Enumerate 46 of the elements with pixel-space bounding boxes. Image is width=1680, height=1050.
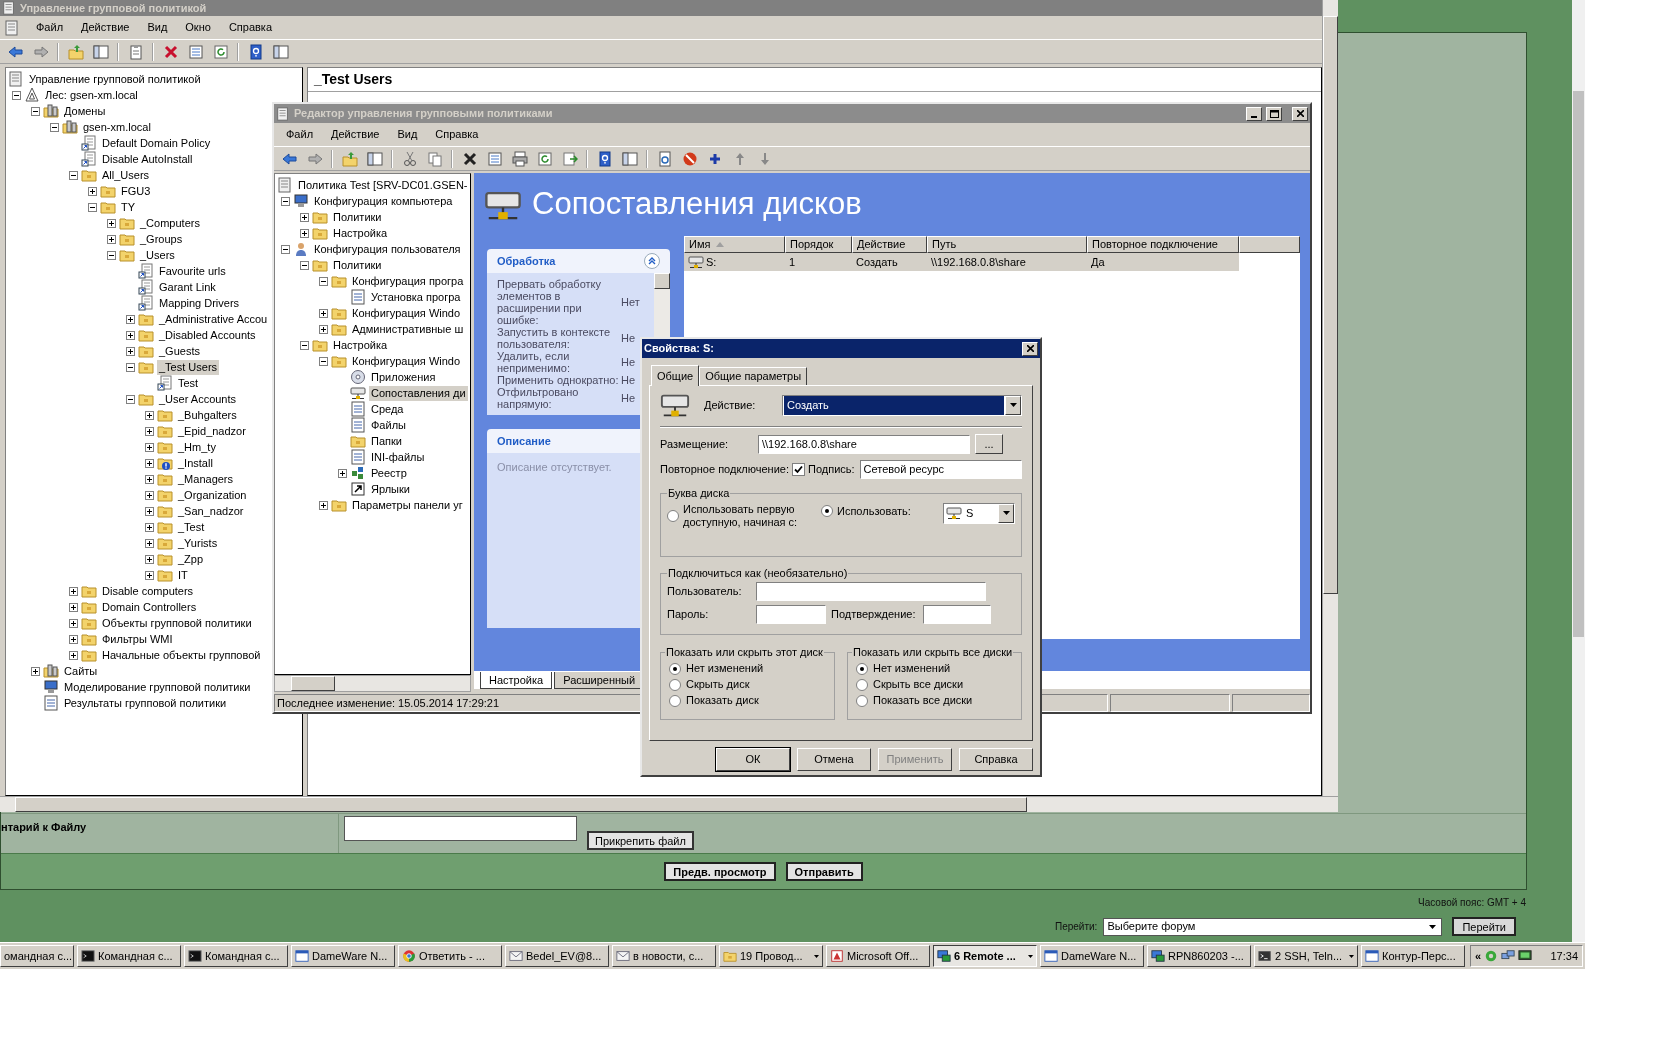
property-label: Прервать обработку элементов в расширении при ошибке: xyxy=(497,278,602,326)
field-label: Подпись: xyxy=(808,461,855,477)
property-value: Не xyxy=(621,392,636,404)
field-label: Пользователь: xyxy=(667,584,743,600)
property-value: Не xyxy=(621,374,636,386)
dialog-button: Применить xyxy=(878,748,952,771)
property-value: Нет xyxy=(621,296,640,308)
window-title: Редактор управления групповыми политиками xyxy=(294,106,554,122)
group-label: Показать или скрыть этот диск xyxy=(665,645,824,660)
radio-label: Скрыть диск xyxy=(686,677,750,693)
radio-label: Показать диск xyxy=(686,693,759,709)
group-label: Показать или скрыть все диски xyxy=(852,645,1014,660)
radio-label: Использовать: xyxy=(837,504,911,518)
section-title: Описание xyxy=(497,433,552,449)
property-label: Запустить в контексте пользователя: xyxy=(497,326,612,350)
field-label: Действие: xyxy=(704,397,757,413)
pane-title: _Test Users xyxy=(314,70,393,89)
group-label: Подключиться как (необязательно) xyxy=(667,566,849,581)
clock: 17:34 xyxy=(1550,948,1578,964)
dialog-title: Свойства: S: xyxy=(644,341,715,357)
description-text: Описание отсутствует. xyxy=(497,461,612,473)
property-value: Не xyxy=(621,332,636,344)
table-cell-text: 1 xyxy=(789,254,796,270)
table-cell-text: Создать xyxy=(856,254,898,270)
table-cell-text: \\192.168.0.8\share xyxy=(931,254,1026,270)
field-label: Размещение: xyxy=(660,436,730,452)
field-label: Пароль: xyxy=(667,607,710,623)
property-label: Применить однократно: xyxy=(497,374,620,386)
property-value: Не xyxy=(621,356,636,368)
radio-label: Нет изменений xyxy=(686,661,764,677)
field-label: Повторное подключение: xyxy=(660,461,789,477)
radio-label: Использовать первую доступную, начиная с: xyxy=(683,502,799,529)
timezone-text: Часовой пояс: GMT + 4 xyxy=(1418,896,1526,910)
property-label: Удалить, если неприменимо: xyxy=(497,350,572,374)
table-cell-text: Да xyxy=(1091,254,1105,270)
table-cell-text: S: xyxy=(706,254,717,270)
group-label: Буква диска xyxy=(667,486,731,501)
property-label: Отфильтровано напрямую: xyxy=(497,386,580,410)
field-label: Подтверждение: xyxy=(831,607,917,623)
radio-label: Нет изменений xyxy=(873,661,951,677)
radio-label: Скрыть все диски xyxy=(873,677,964,693)
jump-label: Перейти: xyxy=(1055,920,1098,934)
page-heading: Сопоставления дисков xyxy=(532,185,862,224)
field-label: нтарий к Файлу xyxy=(1,821,87,833)
section-title: Обработка xyxy=(497,253,557,269)
window-title: Управление групповой политикой xyxy=(20,0,207,16)
